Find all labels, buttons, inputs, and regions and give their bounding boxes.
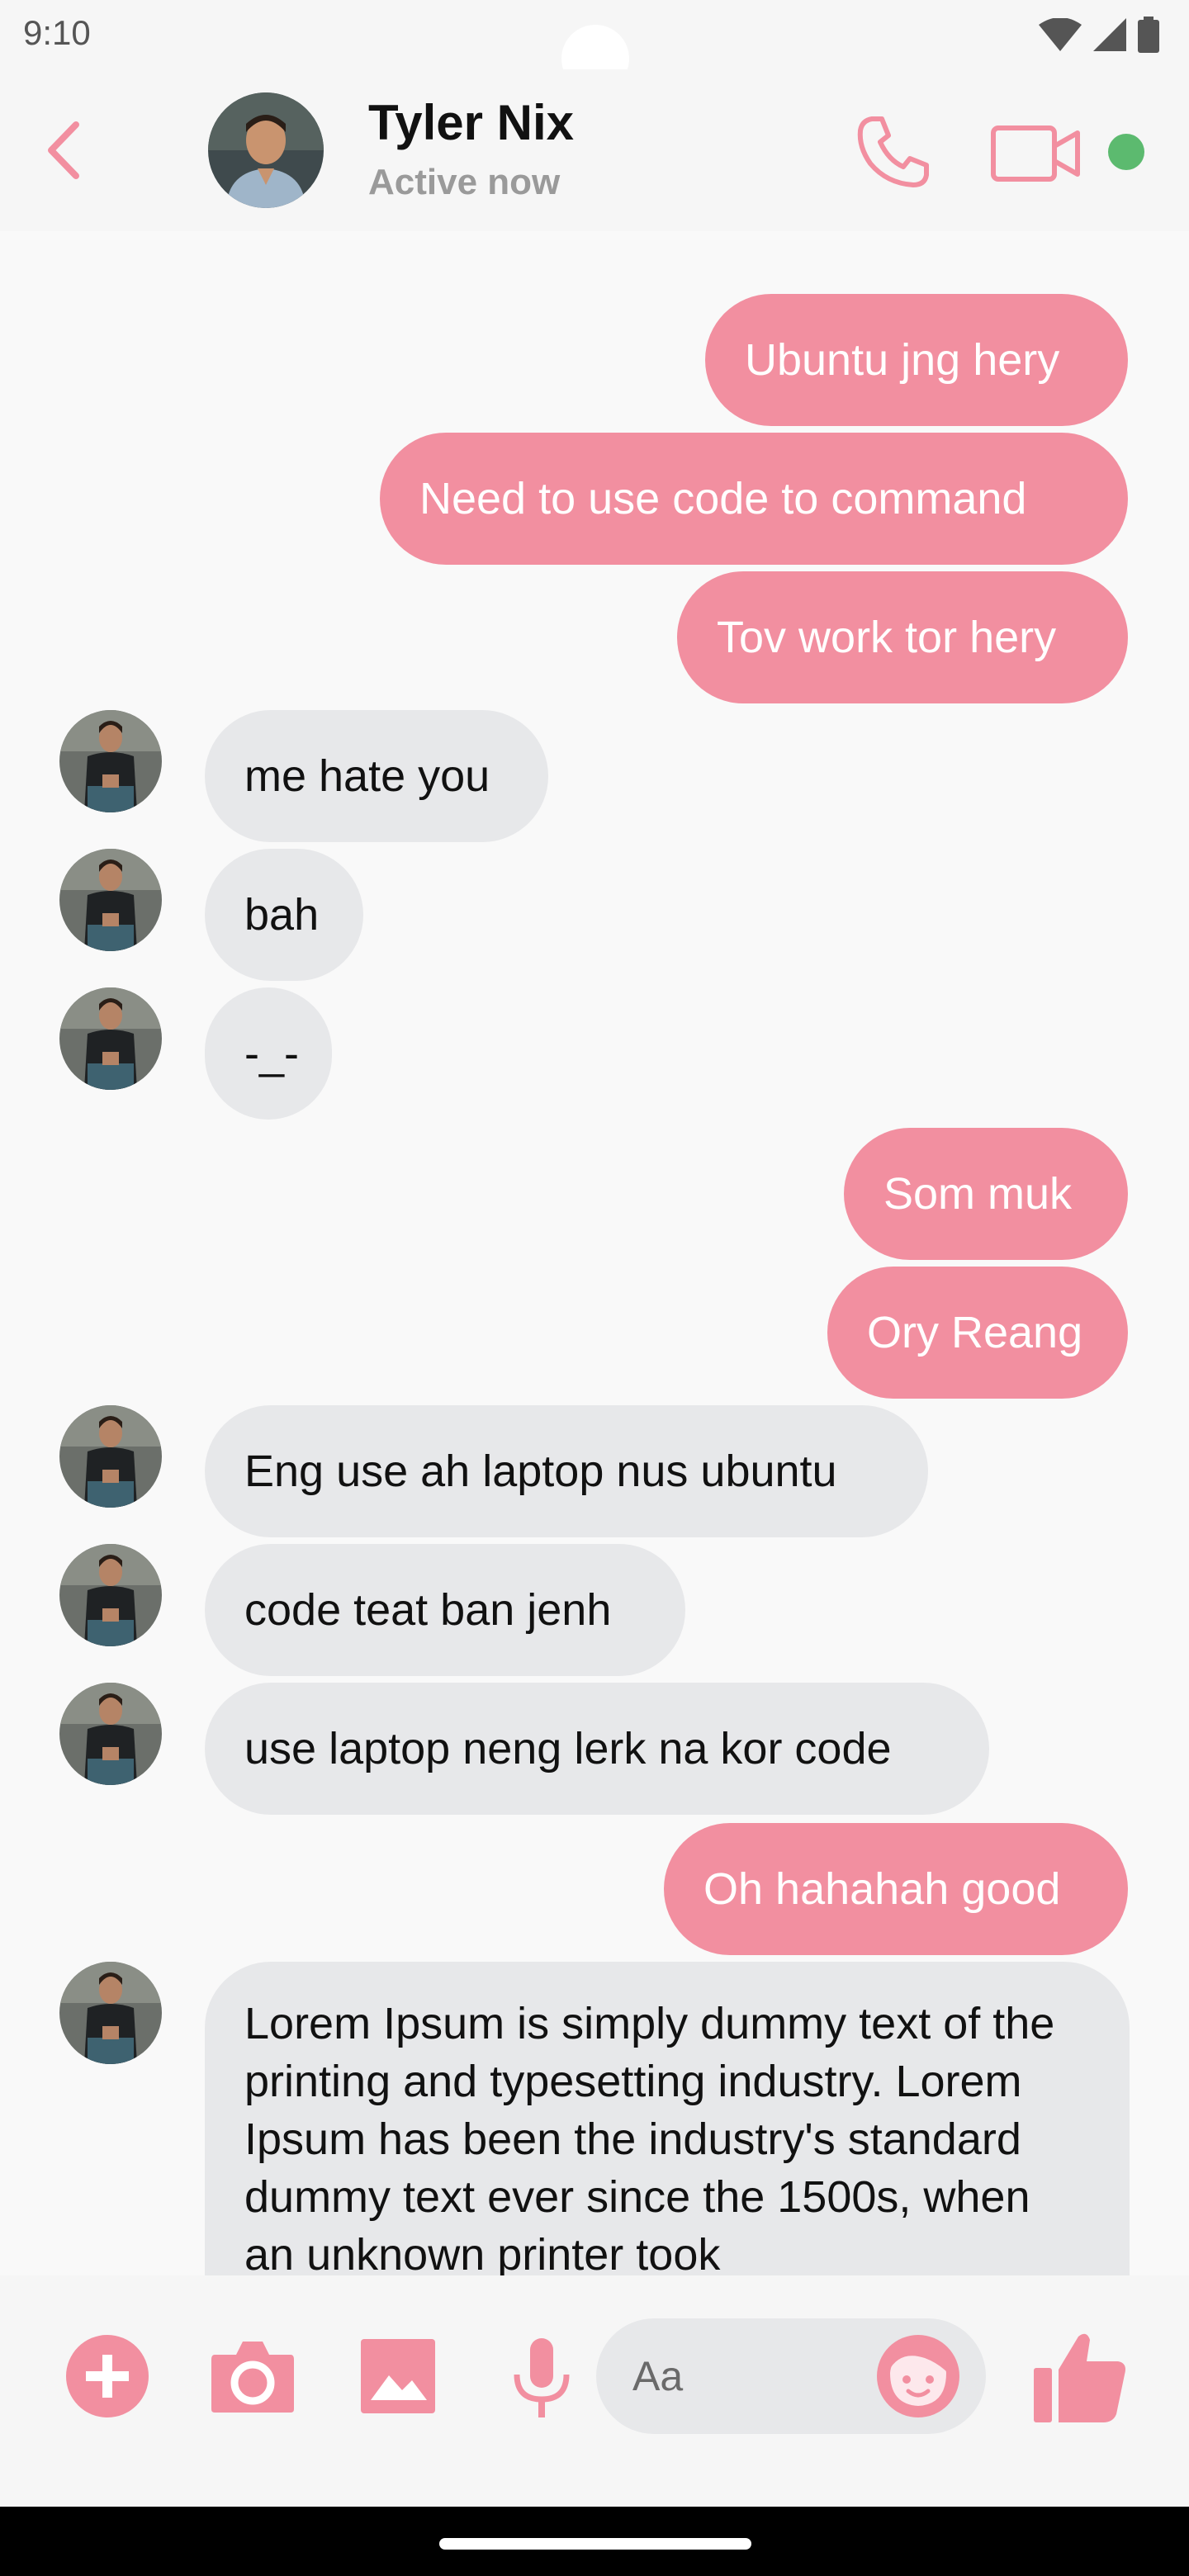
avatar-photo (59, 1405, 162, 1508)
system-navigation-bar (0, 2507, 1189, 2576)
incoming-message-bubble[interactable]: bah (205, 849, 363, 981)
message-row: Som muk (0, 1128, 1189, 1260)
avatar-photo (59, 1962, 162, 2064)
video-camera-icon (991, 125, 1080, 182)
message-row: Ubuntu jng hery (0, 294, 1189, 426)
message-row: Tov work tor hery (0, 571, 1189, 703)
image-icon (361, 2339, 435, 2413)
message-row: -_- (0, 987, 1189, 1120)
contact-name: Tyler Nix (368, 95, 574, 150)
voice-call-button[interactable] (850, 109, 936, 195)
emoji-icon (877, 2335, 959, 2417)
incoming-message-bubble[interactable]: Eng use ah laptop nus ubuntu (205, 1405, 928, 1537)
signal-icon (1093, 18, 1126, 51)
message-row: bah (0, 849, 1189, 981)
thumbs-up-icon (1034, 2333, 1125, 2422)
incoming-message-bubble[interactable]: me hate you (205, 710, 548, 842)
like-button[interactable] (1032, 2327, 1128, 2426)
message-row: use laptop neng lerk na kor code (0, 1683, 1189, 1815)
back-button[interactable] (36, 117, 89, 183)
video-call-button[interactable] (988, 114, 1085, 193)
gallery-button[interactable] (358, 2335, 438, 2417)
avatar-photo (59, 849, 162, 951)
outgoing-message-bubble[interactable]: Ubuntu jng hery (705, 294, 1128, 426)
incoming-message-bubble[interactable]: code teat ban jenh (205, 1544, 685, 1676)
microphone-icon (514, 2338, 570, 2417)
chevron-left-icon (48, 121, 79, 179)
incoming-message-bubble[interactable]: use laptop neng lerk na kor code (205, 1683, 989, 1815)
emoji-button[interactable] (875, 2333, 961, 2419)
phone-icon (857, 116, 929, 187)
add-circle-icon (66, 2335, 149, 2417)
message-input-field[interactable] (596, 2318, 986, 2434)
chat-header: Tyler Nix Active now (0, 69, 1189, 231)
message-row: Oh hahahah good (0, 1823, 1189, 1955)
outgoing-message-bubble[interactable]: Need to use code to command (380, 433, 1128, 565)
message-row: Ory Reang (0, 1267, 1189, 1399)
battery-icon (1138, 17, 1159, 53)
avatar-photo (59, 710, 162, 812)
sender-avatar[interactable] (59, 1405, 162, 1508)
sender-avatar[interactable] (59, 1683, 162, 1785)
voice-record-button[interactable] (509, 2335, 575, 2421)
status-time: 9:10 (23, 13, 91, 52)
outgoing-message-bubble[interactable]: Som muk (844, 1128, 1128, 1260)
outgoing-message-bubble[interactable]: Oh hahahah good (664, 1823, 1128, 1955)
avatar-photo (59, 987, 162, 1090)
avatar-photo (59, 1544, 162, 1646)
contact-status: Active now (368, 162, 561, 202)
status-icons (1039, 17, 1159, 53)
incoming-message-bubble[interactable]: -_- (205, 987, 332, 1120)
message-row: code teat ban jenh (0, 1544, 1189, 1676)
sender-avatar[interactable] (59, 849, 162, 951)
avatar-photo (59, 1683, 162, 1785)
message-input[interactable] (631, 2351, 882, 2401)
sender-avatar[interactable] (59, 1544, 162, 1646)
message-row: Lorem Ipsum is simply dummy text of the … (0, 1962, 1189, 2275)
home-gesture-handle[interactable] (439, 2538, 751, 2550)
sender-avatar[interactable] (59, 1962, 162, 2064)
message-row: me hate you (0, 710, 1189, 842)
camera-button[interactable] (210, 2335, 296, 2417)
avatar-photo (208, 92, 324, 208)
message-row: Need to use code to command (0, 433, 1189, 565)
outgoing-message-bubble[interactable]: Ory Reang (827, 1267, 1128, 1399)
status-bar: 9:10 (0, 0, 1189, 92)
outgoing-message-bubble[interactable]: Tov work tor hery (677, 571, 1128, 703)
online-status-indicator (1108, 134, 1144, 170)
incoming-message-bubble[interactable]: Lorem Ipsum is simply dummy text of the … (205, 1962, 1130, 2275)
message-row: Eng use ah laptop nus ubuntu (0, 1405, 1189, 1537)
sender-avatar[interactable] (59, 710, 162, 812)
contact-avatar[interactable] (208, 92, 324, 208)
wifi-icon (1039, 18, 1082, 51)
message-list[interactable]: Ubuntu jng hery Need to use code to comma… (0, 231, 1189, 2275)
sender-avatar[interactable] (59, 987, 162, 1090)
camera-icon (211, 2342, 294, 2413)
add-button[interactable] (64, 2333, 150, 2419)
message-composer (0, 2275, 1189, 2507)
